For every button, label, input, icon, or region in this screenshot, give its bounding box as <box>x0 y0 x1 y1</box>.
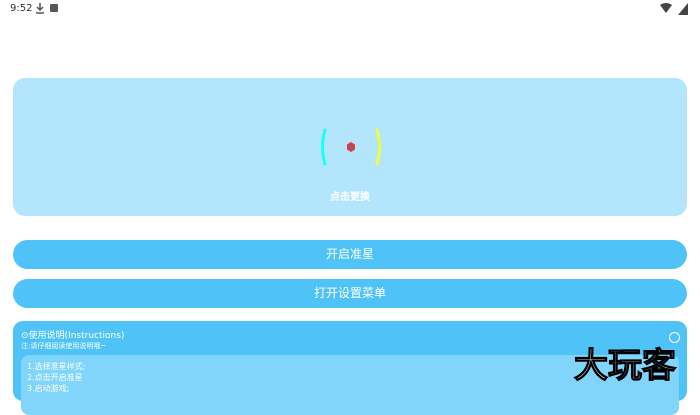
wifi-icon <box>660 3 672 13</box>
info-icon[interactable] <box>669 332 680 343</box>
status-bar: 9:52 <box>0 0 700 18</box>
status-time: 9:52 <box>10 3 33 14</box>
watermark-text: 大玩客 <box>574 346 676 385</box>
instruction-step: 2.点击开启准星 <box>27 373 83 382</box>
battery-icon <box>678 3 688 15</box>
notification-icon <box>50 4 58 12</box>
instructions-title: ⊙使用说明(Instructions) <box>21 331 125 341</box>
change-style-label[interactable]: 点击更换 <box>13 188 687 203</box>
crosshair-preview-card[interactable]: 点击更换 <box>13 78 687 216</box>
download-icon <box>36 3 44 14</box>
instructions-steps: 1.选择准星样式; 2.点击开启准星 3.启动游戏; <box>27 361 85 394</box>
instruction-step: 3.启动游戏; <box>27 384 70 393</box>
instruction-step: 1.选择准星样式; <box>27 362 86 371</box>
instructions-note: 注:请仔细阅读使用说明哦~ <box>21 342 107 350</box>
crosshair-preview-icon <box>321 128 381 166</box>
open-settings-menu-button[interactable]: 打开设置菜单 <box>13 279 687 308</box>
watermark-logo: 大玩客 <box>573 345 676 385</box>
open-crosshair-button[interactable]: 开启准星 <box>13 240 687 269</box>
